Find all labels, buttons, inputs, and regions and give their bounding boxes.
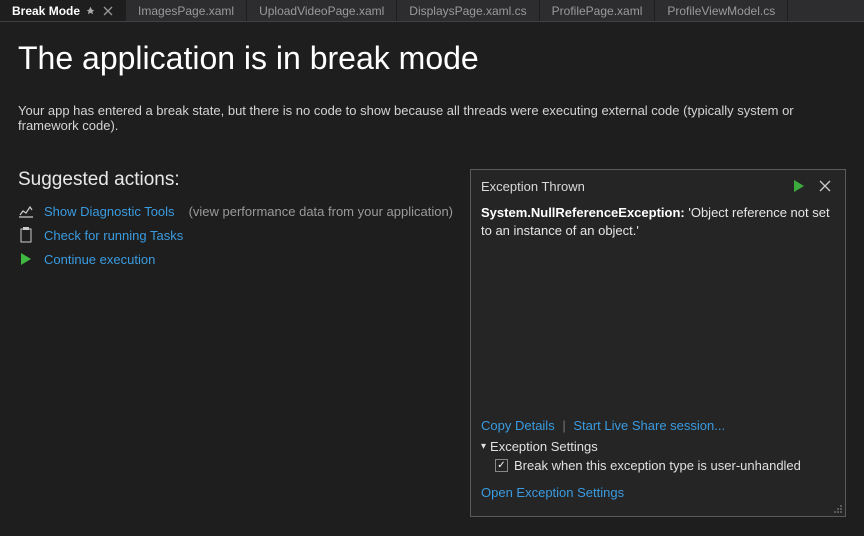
page-title: The application is in break mode bbox=[18, 40, 846, 77]
tab-label: Break Mode bbox=[12, 4, 80, 18]
resize-grip[interactable] bbox=[831, 502, 843, 514]
action-label: Continue execution bbox=[44, 252, 155, 267]
tab-label: UploadVideoPage.xaml bbox=[259, 4, 384, 18]
open-exception-settings-link[interactable]: Open Exception Settings bbox=[481, 485, 624, 500]
exception-body: System.NullReferenceException: 'Object r… bbox=[471, 200, 845, 412]
close-icon[interactable] bbox=[103, 6, 113, 16]
clipboard-icon bbox=[18, 227, 34, 243]
close-icon[interactable] bbox=[815, 176, 835, 196]
exception-popup: Exception Thrown System.NullReferenceExc… bbox=[470, 169, 846, 517]
tab-upload-video-page[interactable]: UploadVideoPage.xaml bbox=[247, 0, 397, 21]
break-checkbox[interactable]: ✓ bbox=[495, 459, 508, 472]
chart-icon bbox=[18, 203, 34, 219]
action-label: Check for running Tasks bbox=[44, 228, 183, 243]
exception-type: System.NullReferenceException: bbox=[481, 205, 685, 220]
action-check-tasks[interactable]: Check for running Tasks bbox=[18, 223, 456, 247]
continue-icon[interactable] bbox=[789, 176, 809, 196]
copy-details-link[interactable]: Copy Details bbox=[481, 418, 555, 433]
suggested-title: Suggested actions: bbox=[18, 169, 456, 191]
action-show-diagnostic-tools[interactable]: Show Diagnostic Tools (view performance … bbox=[18, 199, 456, 223]
tab-profile-viewmodel[interactable]: ProfileViewModel.cs bbox=[655, 0, 788, 21]
tab-label: ImagesPage.xaml bbox=[138, 4, 234, 18]
main-content: The application is in break mode Your ap… bbox=[0, 22, 864, 517]
tab-bar: Break Mode ImagesPage.xaml UploadVideoPa… bbox=[0, 0, 864, 22]
chevron-down-icon: ▾ bbox=[481, 441, 486, 452]
break-message: Your app has entered a break state, but … bbox=[18, 103, 846, 133]
suggested-actions-panel: Suggested actions: Show Diagnostic Tools… bbox=[18, 169, 456, 517]
tab-label: DisplaysPage.xaml.cs bbox=[409, 4, 526, 18]
divider: | bbox=[562, 418, 565, 433]
tab-profile-page[interactable]: ProfilePage.xaml bbox=[540, 0, 656, 21]
tab-label: ProfileViewModel.cs bbox=[667, 4, 775, 18]
exception-title: Exception Thrown bbox=[481, 179, 789, 194]
play-icon bbox=[18, 251, 34, 267]
action-hint: (view performance data from your applica… bbox=[189, 204, 453, 219]
tab-label: ProfilePage.xaml bbox=[552, 4, 643, 18]
action-continue-execution[interactable]: Continue execution bbox=[18, 247, 456, 271]
pin-icon[interactable] bbox=[86, 6, 95, 15]
action-label: Show Diagnostic Tools bbox=[44, 204, 175, 219]
tab-displays-page[interactable]: DisplaysPage.xaml.cs bbox=[397, 0, 539, 21]
checkbox-label: Break when this exception type is user-u… bbox=[514, 458, 801, 473]
exception-settings-expander[interactable]: ▾ Exception Settings bbox=[481, 439, 835, 454]
tab-images-page[interactable]: ImagesPage.xaml bbox=[126, 0, 247, 21]
live-share-link[interactable]: Start Live Share session... bbox=[573, 418, 725, 433]
tab-break-mode[interactable]: Break Mode bbox=[0, 0, 126, 21]
exception-settings-label: Exception Settings bbox=[490, 439, 598, 454]
